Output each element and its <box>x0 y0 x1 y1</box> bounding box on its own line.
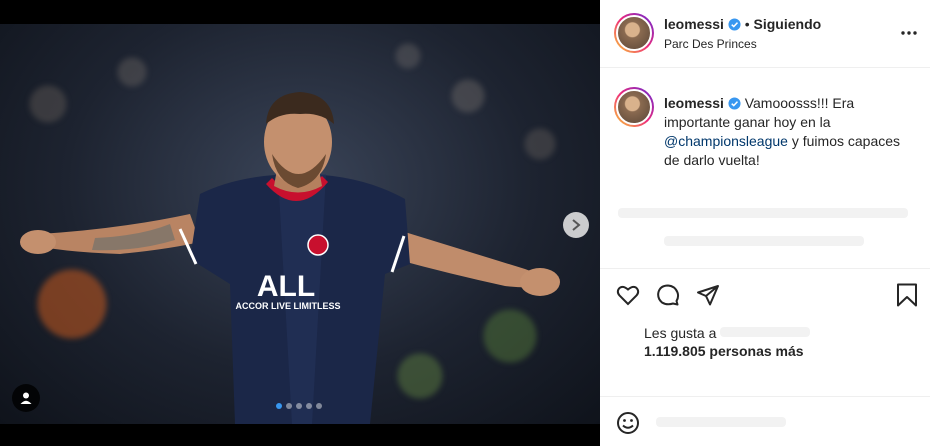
post-panel: leomessi • Siguiendo Parc Des Princes le… <box>600 0 930 446</box>
user-tag-icon <box>20 392 32 404</box>
caption-text: leomessi Vamooosss!!! Era importante gan… <box>664 94 914 170</box>
carousel-indicator <box>276 403 322 409</box>
post-media: ALL ACCOR LIVE LIMITLESS <box>0 0 600 446</box>
chevron-right-icon <box>572 219 581 231</box>
comment-input[interactable] <box>656 417 786 427</box>
caption-area: leomessi Vamooosss!!! Era importante gan… <box>600 68 930 266</box>
caption-avatar[interactable] <box>614 87 654 127</box>
post-actions <box>600 268 930 320</box>
likes-count[interactable]: 1.119.805 personas más <box>644 343 804 359</box>
caption-username[interactable]: leomessi <box>664 95 724 111</box>
avatar[interactable] <box>614 13 654 53</box>
separator-dot: • <box>744 16 750 32</box>
more-options-icon[interactable] <box>900 24 918 42</box>
carousel-dot <box>286 403 292 409</box>
likes-section: Les gusta a 1.119.805 personas más <box>600 320 930 396</box>
user-tags-button[interactable] <box>12 384 40 412</box>
bookmark-icon[interactable] <box>896 283 918 307</box>
carousel-dot <box>316 403 322 409</box>
player-figure: ALL ACCOR LIVE LIMITLESS <box>20 92 560 424</box>
username-link[interactable]: leomessi <box>664 16 724 32</box>
post-photo[interactable]: ALL ACCOR LIVE LIMITLESS <box>0 24 600 424</box>
carousel-dot <box>276 403 282 409</box>
following-button[interactable]: Siguiendo <box>754 16 822 32</box>
liked-by-label: Les gusta a <box>644 325 717 341</box>
verified-badge-icon <box>728 97 741 110</box>
next-image-button[interactable] <box>563 212 589 238</box>
jersey-sponsor-tagline: ACCOR LIVE LIMITLESS <box>235 301 340 311</box>
location-link[interactable]: Parc Des Princes <box>664 37 757 51</box>
verified-badge-icon <box>728 18 741 31</box>
jersey-sponsor: ALL <box>257 270 315 303</box>
comment-icon[interactable] <box>656 283 680 307</box>
paper-plane-icon[interactable] <box>696 283 720 307</box>
carousel-dot <box>306 403 312 409</box>
redacted-username <box>720 327 810 337</box>
smiley-icon[interactable] <box>616 411 640 435</box>
mention-link[interactable]: @championsleague <box>664 133 788 149</box>
redacted-comment <box>664 236 864 246</box>
redacted-comment <box>618 208 908 218</box>
heart-icon[interactable] <box>616 283 640 307</box>
post-header: leomessi • Siguiendo Parc Des Princes <box>600 0 930 68</box>
header-user-line: leomessi • Siguiendo <box>664 16 821 32</box>
add-comment-bar <box>600 396 930 446</box>
carousel-dot <box>296 403 302 409</box>
